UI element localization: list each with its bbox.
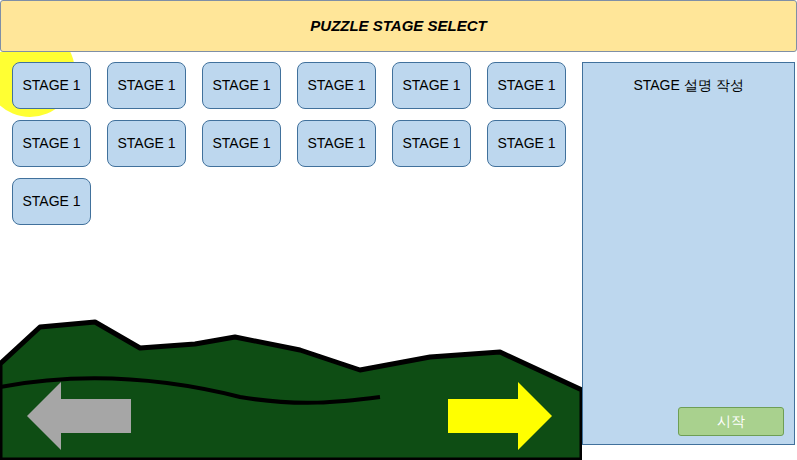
stage-select-screen: PUZZLE STAGE SELECTSTAGE 1STAGE 1STAGE 1… bbox=[0, 0, 797, 460]
stage-grid: STAGE 1 STAGE 1 STAGE 1 STAGE 1 STAGE 1 STAGE… bbox=[12, 62, 572, 225]
stage-button[interactable]: STAGE 1 bbox=[297, 62, 376, 109]
stage-button[interactable]: STAGE 1 bbox=[487, 120, 566, 167]
stage-button[interactable]: STAGE 1 bbox=[392, 120, 471, 167]
stage-button[interactable]: STAGE 1 bbox=[392, 62, 471, 109]
stage-area: STAGE 1 STAGE 1 STAGE 1 STAGE 1 STAGE 1 STAGE… bbox=[0, 52, 582, 460]
stage-button[interactable]: STAGE 1 bbox=[297, 120, 376, 167]
stage-button[interactable]: STAGE 1 bbox=[12, 178, 91, 225]
stage-description-panel: STAGE 설명 작성시작 bbox=[582, 62, 795, 445]
stage-button[interactable]: STAGE 1 bbox=[12, 62, 91, 109]
stage-button[interactable]: STAGE 1 bbox=[12, 120, 91, 167]
start-button[interactable]: 시작 bbox=[678, 407, 784, 436]
right-arrow-icon[interactable] bbox=[448, 382, 552, 450]
stage-button[interactable]: STAGE 1 bbox=[202, 120, 281, 167]
stage-button[interactable]: STAGE 1 bbox=[202, 62, 281, 109]
stage-button[interactable]: STAGE 1 bbox=[107, 62, 186, 109]
stage-button[interactable]: STAGE 1 bbox=[107, 120, 186, 167]
background-picture bbox=[0, 52, 582, 460]
arrow-row bbox=[12, 382, 582, 450]
stage-description: STAGE 설명 작성 bbox=[593, 75, 784, 96]
left-arrow-icon[interactable] bbox=[27, 382, 131, 450]
main-area: STAGE 1 STAGE 1 STAGE 1 STAGE 1 STAGE 1 STAGE… bbox=[0, 52, 797, 460]
title-bar: PUZZLE STAGE SELECT bbox=[0, 0, 797, 52]
stage-button[interactable]: STAGE 1 bbox=[487, 62, 566, 109]
